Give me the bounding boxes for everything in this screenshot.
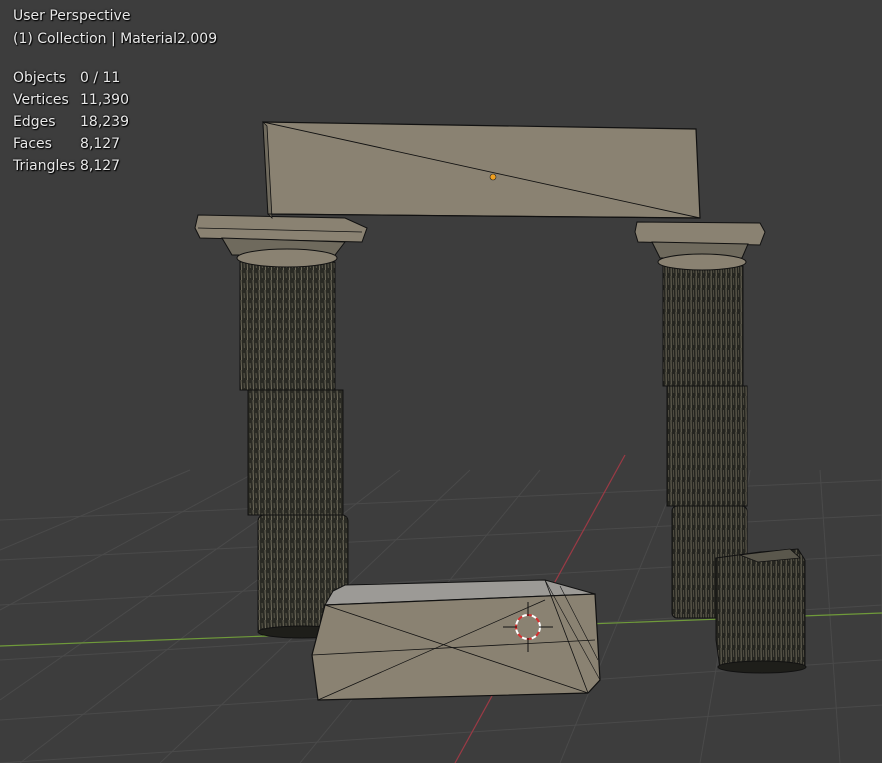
stat-label: Faces <box>13 136 52 152</box>
stat-value: 8,127 <box>80 136 121 152</box>
stat-label: Vertices <box>13 92 69 108</box>
column-broken[interactable] <box>715 548 807 674</box>
stat-value: 11,390 <box>80 92 129 108</box>
stone-block[interactable] <box>311 579 601 701</box>
3d-viewport[interactable]: User Perspective (1) Collection | Materi… <box>0 0 882 763</box>
lintel-beam[interactable] <box>262 120 701 220</box>
stat-value: 8,127 <box>80 158 121 174</box>
stat-label: Triangles <box>13 158 76 174</box>
capital-left[interactable] <box>194 214 368 268</box>
stat-value: 0 / 11 <box>80 70 121 86</box>
stat-row-faces: Faces 8,127 <box>13 133 129 155</box>
stat-row-edges: Edges 18,239 <box>13 111 129 133</box>
stat-row-objects: Objects 0 / 11 <box>13 67 129 89</box>
collection-label: (1) Collection | Material2.009 <box>13 31 218 47</box>
column-left[interactable] <box>239 261 349 639</box>
stat-value: 18,239 <box>80 114 129 130</box>
stat-label: Edges <box>13 114 56 130</box>
stat-row-triangles: Triangles 8,127 <box>13 155 129 177</box>
scene-statistics: Objects 0 / 11 Vertices 11,390 Edges 18,… <box>13 67 129 177</box>
scene-canvas[interactable] <box>0 0 882 763</box>
view-name-label: User Perspective <box>13 8 131 24</box>
stat-row-vertices: Vertices 11,390 <box>13 89 129 111</box>
capital-right[interactable] <box>634 221 766 271</box>
stat-label: Objects <box>13 70 66 86</box>
origin-point <box>489 173 497 181</box>
